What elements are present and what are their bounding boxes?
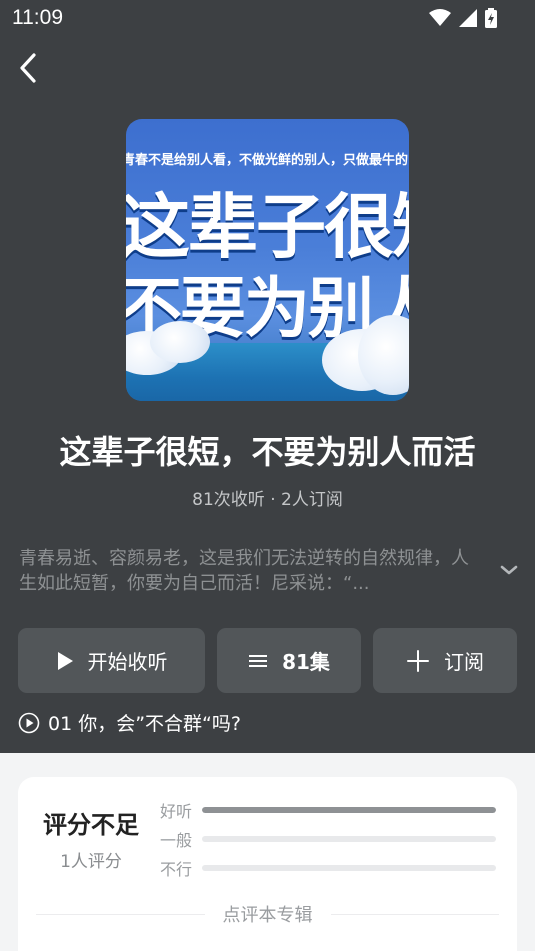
rating-bar-track [202,865,496,871]
rating-bar-bad: 不行 [160,856,496,880]
cloud-left-2 [150,321,210,363]
rating-bar-track [202,807,496,813]
latest-episode-title: 01 你，会”不合群“吗? [48,713,241,735]
album-title: 这辈子很短，不要为别人而活 [59,433,476,471]
wifi-icon [429,9,451,26]
rating-bar-label: 一般 [160,831,193,850]
album-stats: 81次收听 · 2人订阅 [192,490,343,510]
rating-bar-good: 好听 [160,798,496,822]
album-description[interactable]: 青春易逝、容颜易老，这是我们无法逆转的自然规律，人生如此短暂，你要为自己而活！尼… [19,546,481,596]
rating-count: 1人评分 [60,852,122,872]
plus-icon [407,649,429,672]
chevron-left-icon [20,53,36,83]
rating-bar-label: 不行 [160,860,193,879]
expand-description-button[interactable] [498,562,520,578]
status-bar: 11:09 [0,0,535,36]
play-icon [57,651,73,670]
battery-charging-icon [485,8,497,28]
rating-bar-average: 一般 [160,827,496,851]
album-cover: 青春不是给别人看，不做光鲜的别人，只做最牛的自己 这辈子很短 不要为别人而活 [126,119,409,401]
cover-top-text: 青春不是给别人看，不做光鲜的别人，只做最牛的自己 [126,153,409,168]
status-time: 11:09 [12,6,63,29]
latest-episode[interactable]: 01 你，会”不合群“吗? [18,709,241,736]
chevron-down-icon [500,565,518,575]
divider-left [36,913,205,915]
review-album-button[interactable]: 点评本专辑 [36,902,499,926]
list-icon [249,654,268,667]
status-icons [429,8,497,28]
subscribe-label: 订阅 [444,650,484,674]
rating-bar-track [202,836,496,842]
back-button[interactable] [10,50,46,86]
start-listening-button[interactable]: 开始收听 [18,628,205,693]
episodes-button[interactable]: 81集 [217,628,361,693]
rating-bar-fill [202,807,496,813]
divider-right [330,913,499,915]
cellular-signal-icon [459,9,477,27]
rating-bar-label: 好听 [160,802,193,821]
episodes-label: 81集 [282,650,330,674]
start-listening-label: 开始收听 [87,650,168,674]
rating-summary: 评分不足 [43,811,139,839]
review-album-label: 点评本专辑 [222,905,313,926]
subscribe-button[interactable]: 订阅 [373,628,517,693]
play-circle-icon [18,712,40,733]
